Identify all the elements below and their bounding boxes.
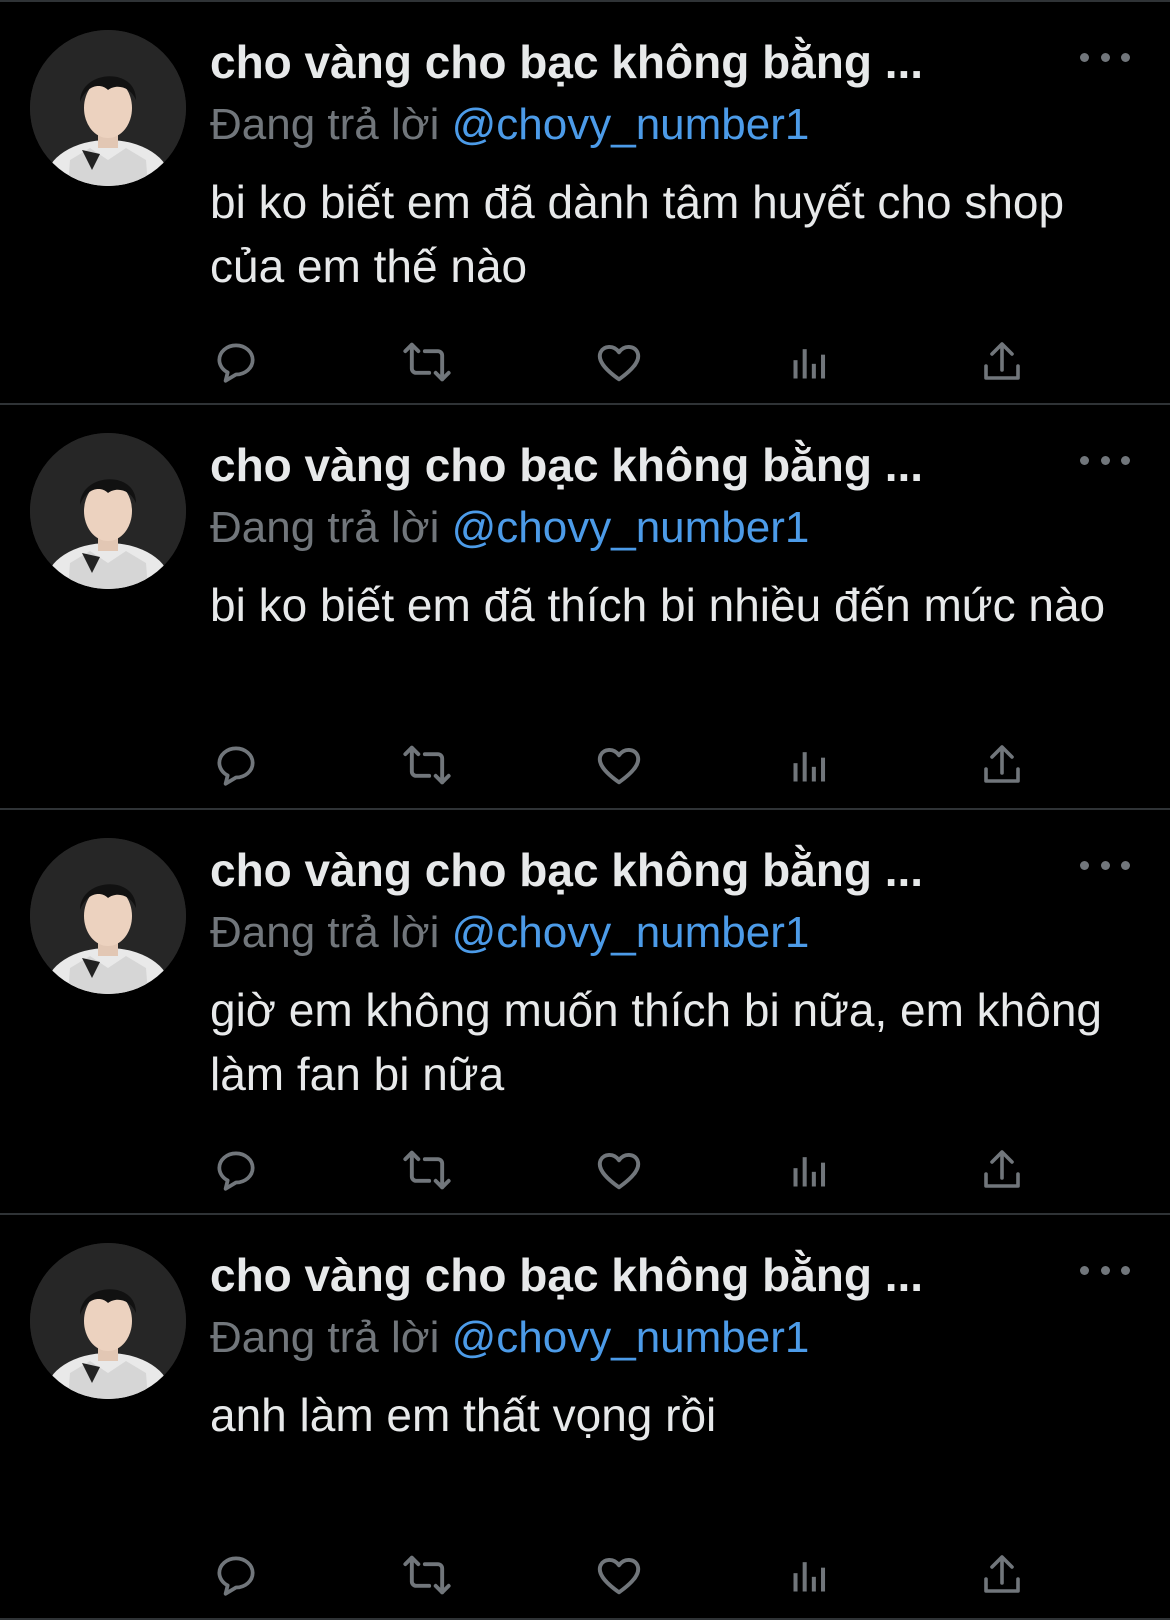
reply-button[interactable]: [210, 1144, 262, 1196]
action-bar: [210, 1144, 1040, 1196]
retweet-button[interactable]: [401, 739, 453, 791]
share-icon: [984, 342, 1020, 380]
share-icon: [984, 1555, 1020, 1593]
tweet-text: bi ko biết em đã thích bi nhiều đến mức …: [210, 579, 1106, 631]
retweet-icon: [403, 342, 451, 382]
reply-handle-link[interactable]: @chovy_number1: [452, 908, 810, 957]
like-button[interactable]: [593, 739, 645, 791]
reply-icon: [217, 1556, 255, 1596]
avatar[interactable]: [30, 433, 186, 589]
display-name[interactable]: cho vàng cho bạc không bằng ...: [210, 34, 1070, 90]
heart-icon: [597, 1558, 641, 1595]
tweet[interactable]: cho vàng cho bạc không bằng ... Đang trả…: [0, 810, 1170, 1215]
more-dots-icon[interactable]: [1080, 1255, 1130, 1285]
reply-context: Đang trả lời @chovy_number1: [210, 501, 809, 555]
reply-handle-link[interactable]: @chovy_number1: [452, 503, 810, 552]
tweet[interactable]: cho vàng cho bạc không bằng ... Đang trả…: [0, 0, 1170, 405]
share-button[interactable]: [976, 336, 1028, 388]
like-button[interactable]: [593, 1144, 645, 1196]
views-button[interactable]: [784, 739, 836, 791]
reply-handle-link[interactable]: @chovy_number1: [452, 1313, 810, 1362]
reply-icon: [217, 746, 255, 786]
views-chart-icon: [793, 1562, 826, 1592]
tweet[interactable]: cho vàng cho bạc không bằng ... Đang trả…: [0, 1215, 1170, 1620]
views-button[interactable]: [784, 1144, 836, 1196]
retweet-button[interactable]: [401, 1549, 453, 1601]
reply-button[interactable]: [210, 739, 262, 791]
reply-button[interactable]: [210, 336, 262, 388]
reply-prefix: Đang trả lời: [210, 908, 440, 957]
views-button[interactable]: [784, 336, 836, 388]
avatar[interactable]: [30, 838, 186, 994]
share-icon: [984, 745, 1020, 783]
views-chart-icon: [793, 752, 826, 782]
avatar[interactable]: [30, 1243, 186, 1399]
reply-icon: [217, 1151, 255, 1191]
share-button[interactable]: [976, 1144, 1028, 1196]
reply-button[interactable]: [210, 1549, 262, 1601]
more-dots-icon[interactable]: [1080, 42, 1130, 72]
reply-icon: [217, 343, 255, 383]
heart-icon: [597, 1153, 641, 1190]
share-icon: [984, 1150, 1020, 1188]
reply-prefix: Đang trả lời: [210, 503, 440, 552]
views-chart-icon: [793, 1157, 826, 1187]
share-button[interactable]: [976, 1549, 1028, 1601]
tweet[interactable]: cho vàng cho bạc không bằng ... Đang trả…: [0, 405, 1170, 810]
timeline: cho vàng cho bạc không bằng ... Đang trả…: [0, 0, 1170, 1620]
display-name[interactable]: cho vàng cho bạc không bằng ...: [210, 437, 1070, 493]
retweet-icon: [403, 745, 451, 785]
action-bar: [210, 336, 1040, 388]
like-button[interactable]: [593, 1549, 645, 1601]
retweet-button[interactable]: [401, 1144, 453, 1196]
retweet-icon: [403, 1555, 451, 1595]
reply-context: Đang trả lời @chovy_number1: [210, 1311, 809, 1365]
tweet-text: giờ em không muốn thích bi nữa, em không…: [210, 984, 1103, 1100]
display-name[interactable]: cho vàng cho bạc không bằng ...: [210, 842, 1070, 898]
heart-icon: [597, 748, 641, 785]
action-bar: [210, 1549, 1040, 1601]
tweet-text: bi ko biết em đã dành tâm huyết cho shop…: [210, 176, 1065, 292]
tweet-text: anh làm em thất vọng rồi: [210, 1389, 717, 1441]
display-name[interactable]: cho vàng cho bạc không bằng ...: [210, 1247, 1070, 1303]
reply-context: Đang trả lời @chovy_number1: [210, 98, 809, 152]
heart-icon: [597, 345, 641, 382]
retweet-icon: [403, 1150, 451, 1190]
more-dots-icon[interactable]: [1080, 445, 1130, 475]
retweet-button[interactable]: [401, 336, 453, 388]
like-button[interactable]: [593, 336, 645, 388]
action-bar: [210, 739, 1040, 791]
reply-prefix: Đang trả lời: [210, 1313, 440, 1362]
avatar[interactable]: [30, 30, 186, 186]
reply-context: Đang trả lời @chovy_number1: [210, 906, 809, 960]
views-chart-icon: [793, 349, 826, 379]
views-button[interactable]: [784, 1549, 836, 1601]
reply-handle-link[interactable]: @chovy_number1: [452, 100, 810, 149]
reply-prefix: Đang trả lời: [210, 100, 440, 149]
share-button[interactable]: [976, 739, 1028, 791]
more-dots-icon[interactable]: [1080, 850, 1130, 880]
